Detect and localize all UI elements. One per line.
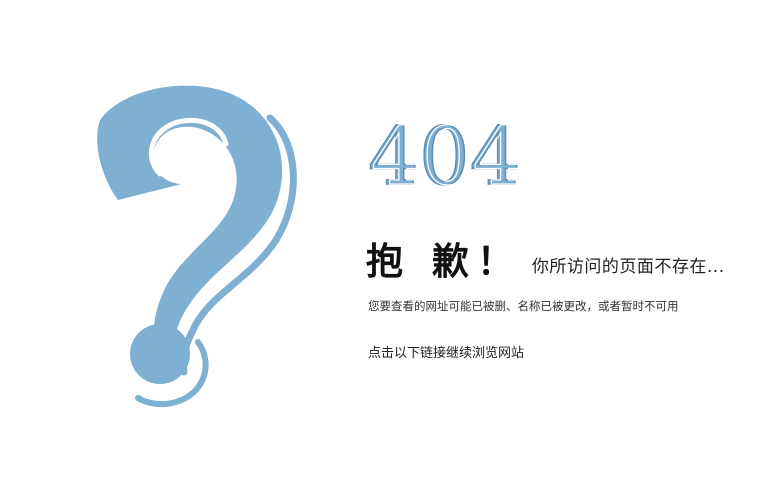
continue-browsing-link[interactable]: 点击以下链接继续浏览网站 <box>368 345 524 363</box>
error-page: .d404 { font-family: "DejaVu Serif", "Li… <box>0 0 780 500</box>
apology-row: 抱 歉！ 你所访问的页面不存在... <box>366 240 725 284</box>
not-found-message: 你所访问的页面不存在... <box>531 257 725 277</box>
error-code: .d404 { font-family: "DejaVu Serif", "Li… <box>367 109 524 198</box>
question-mark-icon <box>97 85 297 408</box>
error-detail: 您要查看的网址可能已被删、名称已被更改，或者暂时不可用 <box>368 299 679 313</box>
svg-text:404: 404 <box>371 110 524 198</box>
apology-title: 抱 歉！ <box>366 240 522 283</box>
